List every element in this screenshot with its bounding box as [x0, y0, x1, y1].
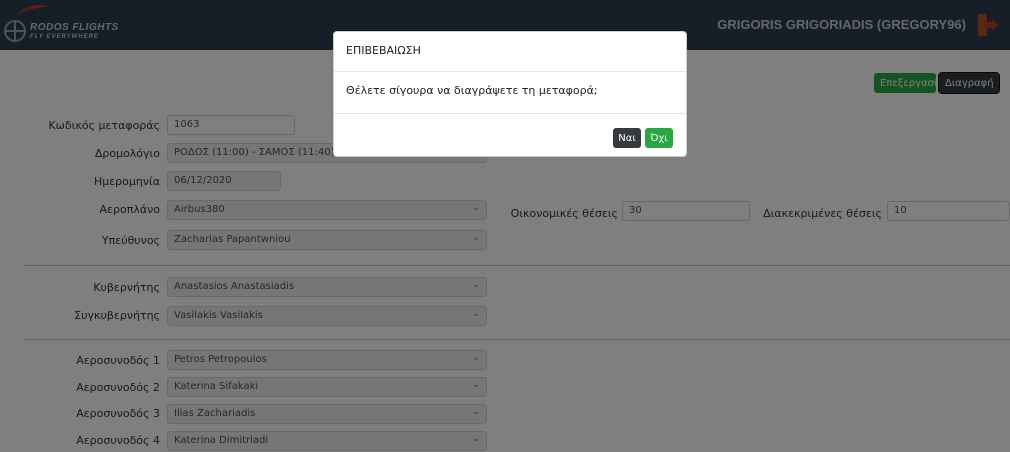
modal-footer-divider: [334, 113, 686, 114]
confirm-no-button[interactable]: Όχι: [645, 128, 673, 148]
modal-header-divider: [334, 71, 686, 72]
confirm-yes-button[interactable]: Ναι: [613, 128, 641, 148]
confirm-modal: ΕΠΙΒΕΒΑΙΩΣΗ Θέλετε σίγουρα να διαγράψετε…: [333, 31, 687, 157]
modal-message: Θέλετε σίγουρα να διαγράψετε τη μεταφορά…: [346, 84, 598, 97]
modal-title: ΕΠΙΒΕΒΑΙΩΣΗ: [346, 44, 421, 57]
